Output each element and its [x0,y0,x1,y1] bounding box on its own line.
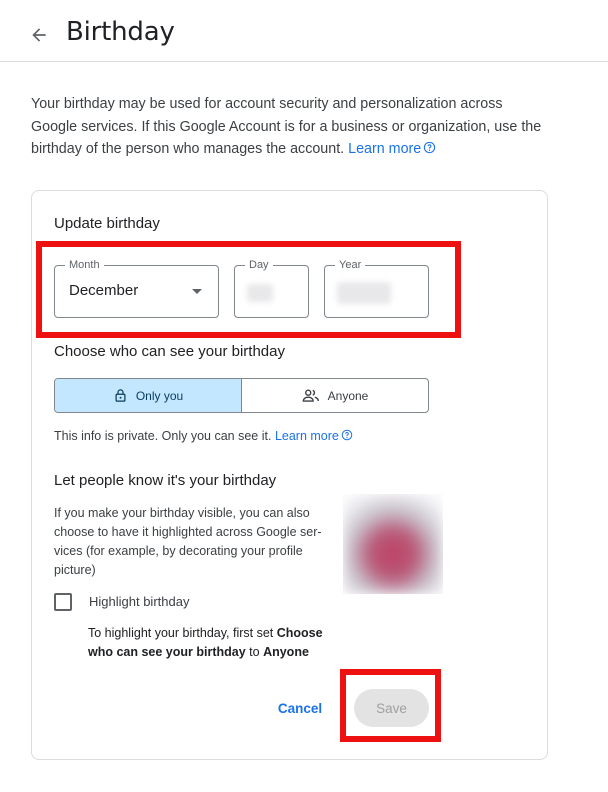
privacy-info: This info is private. Only you can see i… [54,427,353,446]
only-you-label: Only you [135,388,184,403]
privacy-info-text: This info is private. Only you can see i… [54,429,272,443]
highlight-title: Let people know it's your birthday [54,472,277,489]
note-prefix: To highlight your birthday, first set [88,626,277,640]
note-mid: to [245,645,264,659]
help-circle-icon [424,141,436,154]
anyone-option[interactable]: Anyone [242,379,428,412]
note-bold-who: who can see your birthday [88,645,246,659]
highlight-description-line: If you make your birthday visible, you c… [54,506,310,520]
page-title: Birthday [66,17,175,47]
highlight-description: If you make your birthday visible, you c… [54,504,349,580]
visibility-toggle: Only you Anyone [54,378,429,413]
annotation-highlight-date-fields [36,241,461,338]
learn-more-link[interactable]: Learn more [348,141,436,157]
highlight-description-line: choose to have it highlighted across Goo… [54,525,322,539]
anyone-label: Anyone [327,388,369,403]
annotation-highlight-save [340,669,441,742]
privacy-learn-more-label: Learn more [274,429,339,443]
note-bold-anyone: Anyone [263,645,309,659]
profile-picture-preview [343,494,443,594]
cancel-button[interactable]: Cancel [268,690,332,726]
highlight-description-line: vices (for example, by decorating your p… [54,544,303,558]
intro-text: Your birthday may be used for account se… [31,93,551,161]
update-birthday-title: Update birthday [54,215,160,232]
highlight-description-line: picture) [54,563,96,577]
highlight-birthday-checkbox[interactable] [54,593,72,611]
back-button[interactable] [26,22,52,48]
top-bar: Birthday [0,0,608,62]
visibility-title: Choose who can see your birthday [54,343,285,360]
only-you-option[interactable]: Only you [55,379,242,412]
learn-more-label: Learn more [348,141,422,157]
privacy-learn-more-link[interactable]: Learn more [275,429,353,443]
arrow-back-icon [32,28,46,42]
people-icon [302,389,319,402]
highlight-note: To highlight your birthday, first set Ch… [88,624,358,662]
highlight-birthday-label: Highlight birthday [89,594,190,609]
help-circle-icon [341,429,353,441]
lock-icon [115,389,126,402]
note-bold-choose: Choose [276,626,323,640]
intro-description: Your birthday may be used for account se… [31,96,542,157]
